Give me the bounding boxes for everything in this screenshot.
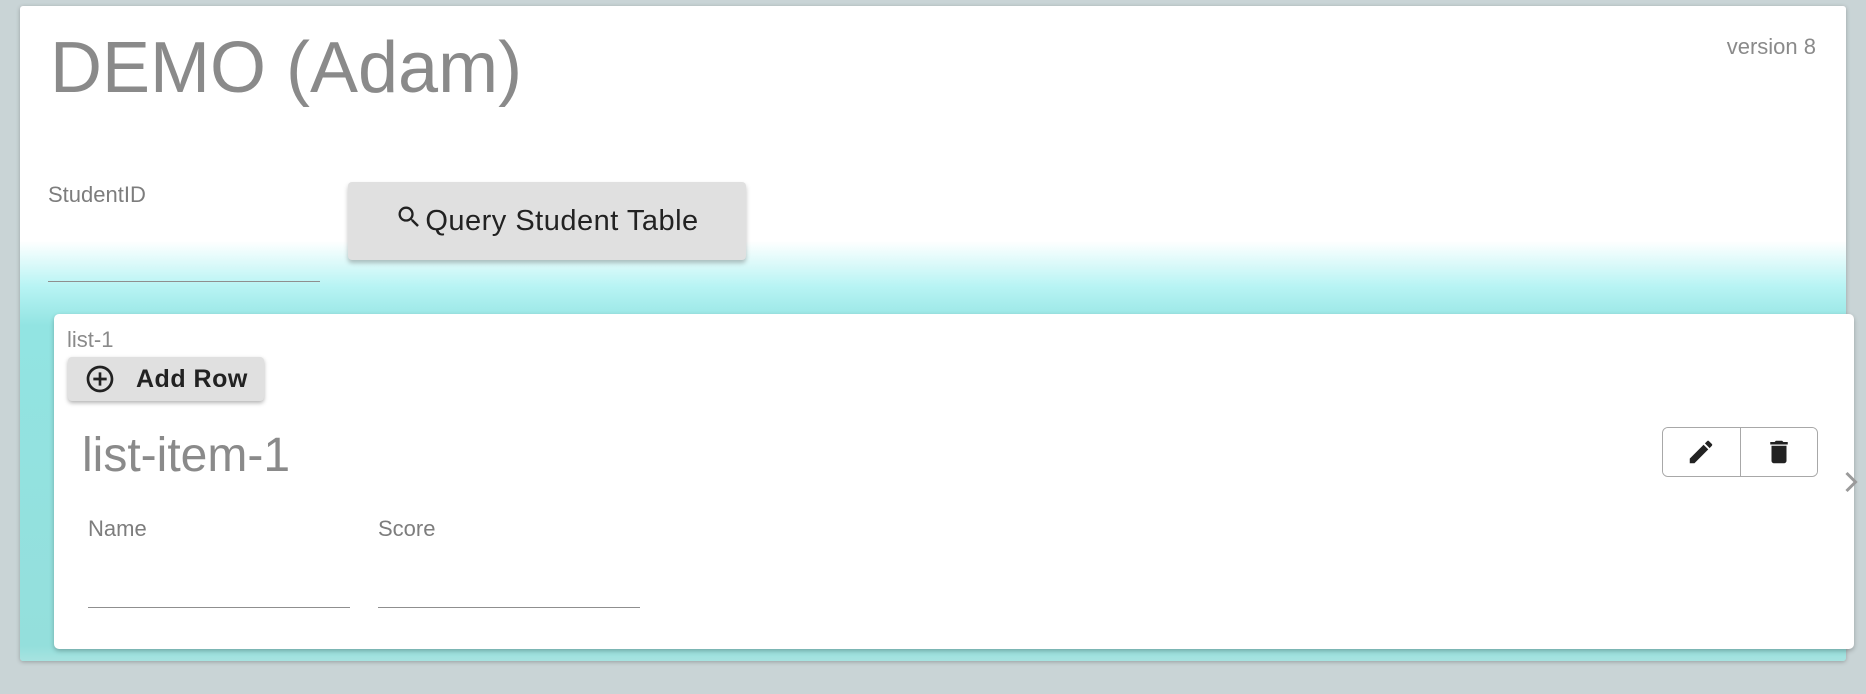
add-row-label: Add Row — [136, 364, 248, 393]
list-container: list-1 Add Row list-item-1 Name Score — [54, 314, 1854, 649]
delete-button[interactable] — [1739, 428, 1817, 476]
score-label: Score — [378, 516, 436, 541]
query-button-label: Query Student Table — [425, 204, 699, 237]
app-page: DEMO (Adam) version 8 StudentID Query St… — [20, 6, 1858, 661]
page-title: DEMO (Adam) — [50, 28, 523, 108]
list-item-actions — [1662, 427, 1818, 477]
score-input[interactable] — [378, 573, 640, 608]
pencil-icon — [1690, 440, 1713, 464]
name-field: Name — [88, 516, 350, 608]
student-id-input[interactable] — [48, 247, 320, 282]
search-icon — [398, 206, 420, 227]
version-label: version 8 — [1726, 34, 1816, 59]
trash-icon — [1770, 440, 1788, 464]
name-label: Name — [88, 516, 147, 541]
score-field: Score — [378, 516, 640, 608]
edit-button[interactable] — [1663, 428, 1740, 476]
chevron-right-icon[interactable] — [1842, 470, 1860, 499]
add-row-button[interactable]: Add Row — [68, 357, 264, 401]
query-student-table-button[interactable]: Query Student Table — [348, 182, 746, 260]
list-label: list-1 — [67, 327, 114, 352]
student-id-field: StudentID — [48, 182, 320, 282]
list-item-title: list-item-1 — [82, 429, 291, 482]
student-id-label: StudentID — [48, 182, 146, 207]
name-input[interactable] — [88, 573, 350, 608]
add-circle-icon — [86, 365, 114, 393]
